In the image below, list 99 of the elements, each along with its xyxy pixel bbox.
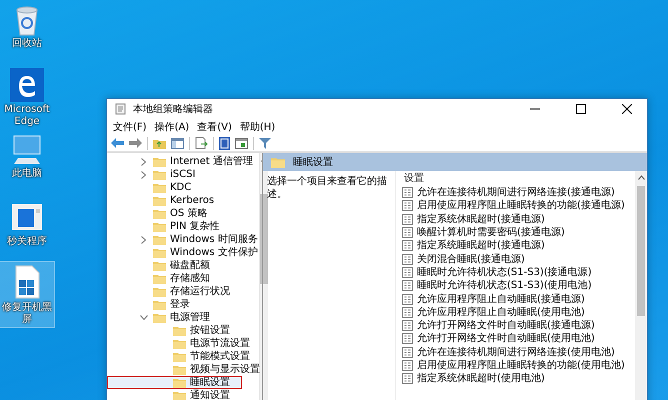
folder-icon [153,234,166,244]
folder-icon [153,182,166,192]
folder-icon [173,390,186,400]
setting-item[interactable]: 允许打开网络文件时自动睡眠(接通电源) [402,318,635,332]
policy-setting-icon [402,227,413,238]
tree-item[interactable]: Kerberos [107,194,260,207]
maximize-icon [576,104,586,114]
tree-item[interactable]: Internet 通信管理 [107,155,260,168]
policy-setting-icon [402,214,413,225]
setting-item[interactable]: 允许在连接待机期间进行网络连接(接通电源) [402,186,635,200]
policy-setting-icon [402,320,413,332]
chevron-right-icon[interactable] [141,158,147,166]
policy-setting-icon [402,306,413,318]
setting-item[interactable]: 允许应用程序阻止自动睡眠(使用电池) [402,306,635,319]
app-icon [115,103,127,115]
folder-icon [173,378,186,388]
policy-setting-icon [402,294,413,305]
policy-setting-icon [402,187,413,198]
tree-item[interactable]: 按钮设置 [107,324,260,337]
tree-item[interactable]: 电源节流设置 [107,337,260,350]
folder-icon [173,352,186,362]
folder-icon [153,156,166,166]
tree-item[interactable]: iSCSI [107,168,260,181]
tree-item[interactable]: Windows 文件保护 [107,246,260,259]
tree-item[interactable]: 节能模式设置 [107,350,260,363]
policy-setting-icon [402,333,413,344]
shortcut-label: 回收站 [12,38,42,50]
tree-item[interactable]: 通知设置 [107,389,260,400]
tree-item[interactable]: 视频与显示设置 [107,363,260,376]
policy-setting-icon [402,346,413,358]
shortcut-label: 秒关程序 [7,236,47,248]
filter-icon[interactable] [259,138,271,148]
tree-item[interactable]: 电源管理 [107,311,260,324]
folder-icon [153,300,166,310]
folder-icon [153,286,166,296]
setting-item[interactable]: 唤醒计算机时需要密码(接通电源) [402,226,635,240]
policy-setting-icon [402,280,413,292]
shortcut-label: 此电脑 [12,168,42,180]
tree-item[interactable]: 存储感知 [107,272,260,285]
setting-item[interactable]: 睡眠时允许待机状态(S1-S3)(使用电池) [402,279,635,292]
setting-item[interactable]: 关闭混合睡眠(接通电源) [402,252,635,266]
shortcut-label: Microsoft Edge [3,104,51,127]
folder-icon [153,170,166,180]
folder-icon [153,208,166,218]
description-text: 选择一个项目来查看它的描述。 [267,176,387,200]
menu-item[interactable]: 操作(A) [154,120,190,134]
folder-icon [271,156,285,168]
chevron-right-icon[interactable] [141,236,147,244]
tree-item[interactable]: 登录 [107,298,260,311]
properties-pane-icon[interactable] [235,138,248,148]
close-icon [622,104,632,114]
folder-icon [153,312,166,322]
forward-arrow-icon[interactable] [129,138,142,148]
chevron-right-icon[interactable] [141,170,147,178]
tree-item[interactable]: KDC [107,181,260,194]
folder-icon [153,260,166,270]
setting-item[interactable]: 指定系统睡眠超时(接通电源) [402,239,635,252]
tree-item[interactable]: OS 策略 [107,207,260,220]
chevron-down-icon[interactable] [140,314,148,320]
setting-item[interactable]: 启用使应用程序阻止睡眠转换的功能(使用电池) [402,358,635,372]
policy-setting-icon [402,360,413,371]
menu-item[interactable]: 文件(F) [113,120,147,134]
scrollbar[interactable] [635,171,647,400]
shortcut-label: 修复开机黑屏 [1,302,53,325]
folder-icon [153,248,166,258]
pane-title: 睡眠设置 [293,156,333,169]
setting-item[interactable]: 允许在连接待机期间进行网络连接(使用电池) [402,346,635,359]
tree-item[interactable]: 睡眠设置 [107,376,242,389]
window-title: 本地组策略编辑器 [133,102,213,116]
folder-icon [153,196,166,206]
folder-up-icon[interactable] [153,138,166,148]
setting-item[interactable]: 启用使应用程序阻止睡眠转换的功能(接通电源) [402,199,635,213]
edge-icon [10,68,44,102]
folder-icon [173,338,186,348]
setting-item[interactable]: 允许应用程序阻止自动睡眠(接通电源) [402,292,635,306]
setting-item[interactable]: 睡眠时允许待机状态(S1-S3)(接通电源) [402,266,635,280]
export-list-icon[interactable] [195,137,208,149]
policy-setting-icon [402,254,413,265]
setting-item[interactable]: 指定系统休眠超时(使用电池) [402,372,635,386]
policy-setting-icon [402,240,413,252]
menu-item[interactable]: 帮助(H) [240,120,276,134]
back-arrow-icon[interactable] [111,138,124,148]
folder-icon [173,364,186,374]
tree-item[interactable]: 存储运行状况 [107,285,260,298]
folder-icon [153,274,166,284]
column-header[interactable]: 设置 [402,171,635,186]
tree-item[interactable]: 磁盘配额 [107,259,260,272]
policy-setting-icon [402,373,413,384]
setting-item[interactable]: 允许打开网络文件时自动睡眠(使用电池) [402,332,635,346]
folder-icon [173,326,186,336]
folder-icon [153,222,166,232]
tree-item[interactable]: PIN 复杂性 [107,220,260,233]
policy-setting-icon [402,266,413,278]
pane-toggle-icon[interactable] [171,138,184,148]
tree-item[interactable]: Windows 时间服务 [107,233,260,246]
setting-item[interactable]: 指定系统休眠超时(接通电源) [402,212,635,226]
scroll-up-icon[interactable] [638,175,644,180]
menu-item[interactable]: 查看(V) [197,120,232,134]
policy-setting-icon [402,200,413,212]
